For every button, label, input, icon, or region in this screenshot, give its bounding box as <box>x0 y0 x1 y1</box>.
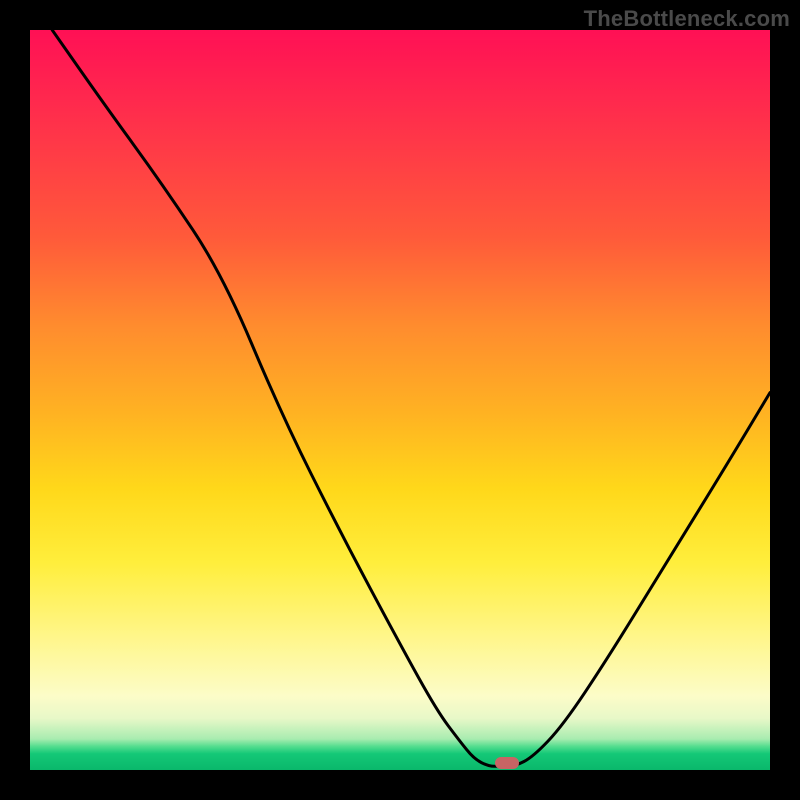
bottleneck-curve-path <box>52 30 770 766</box>
plot-area <box>30 30 770 770</box>
optimal-marker <box>495 757 519 769</box>
chart-frame: TheBottleneck.com <box>0 0 800 800</box>
curve-svg <box>30 30 770 770</box>
attribution-link[interactable]: TheBottleneck.com <box>584 6 790 32</box>
